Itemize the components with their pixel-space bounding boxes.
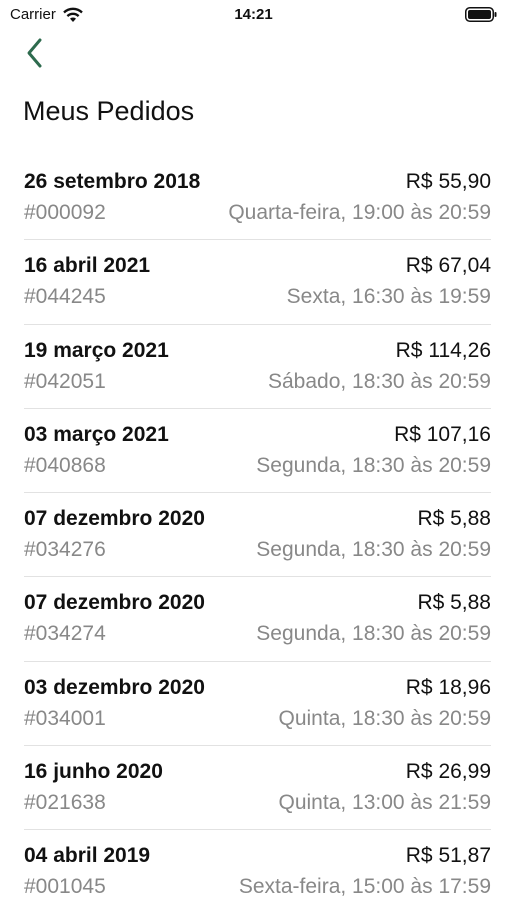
order-delivery-slot: Sábado, 18:30 às 20:59 [267,369,491,393]
order-number: #034274 [24,622,106,646]
order-date: 16 junho 2020 [24,760,163,784]
order-number: #034276 [24,538,106,562]
order-date: 04 abril 2019 [24,844,151,868]
order-number: #040868 [24,453,106,477]
order-date: 07 dezembro 2020 [24,591,205,615]
order-delivery-slot: Quinta, 18:30 às 20:59 [278,706,492,730]
order-row[interactable]: 19 março 2021 R$ 114,26 #042051 Sábado, 18:… [24,325,491,409]
order-delivery-slot: Segunda, 18:30 às 20:59 [256,538,491,562]
order-number: #021638 [24,791,106,815]
order-number: #000092 [24,201,106,224]
order-total: R$ 26,99 [405,760,491,784]
order-delivery-slot: Segunda, 18:30 às 20:59 [256,453,491,477]
order-delivery-slot: Sexta, 16:30 às 19:59 [286,285,491,309]
back-button[interactable] [24,36,58,70]
order-delivery-slot: Quarta-feira, 19:00 às 20:59 [228,201,491,224]
chevron-left-icon [27,38,42,68]
order-delivery-slot: Segunda, 18:30 às 20:59 [256,622,491,646]
order-total: R$ 107,16 [394,422,491,446]
order-row[interactable]: 03 março 2021 R$ 107,16 #040868 Segunda, 18… [24,409,491,494]
status-bar: Carrier 14:21 [0,0,507,30]
status-time: 14:21 [234,6,273,23]
order-date: 03 março 2021 [24,422,169,446]
order-row[interactable]: 16 junho 2020 R$ 26,99 #021638 Quinta, 13:0… [24,746,492,831]
order-date: 03 dezembro 2020 [24,675,205,699]
order-number: #044245 [24,285,106,309]
order-total: R$ 5,88 [417,507,491,531]
order-number: #034001 [24,706,106,730]
order-total: R$ 67,04 [405,254,491,278]
order-date: 26 setembro 2018 [24,170,201,193]
order-number: #001045 [24,875,106,899]
order-total: R$ 55,90 [405,170,491,193]
order-delivery-slot: Sexta-feira, 15:00 às 17:59 [238,875,491,899]
order-total: R$ 5,88 [417,591,491,615]
screen: Carrier 14:21 Meus Pedidos 26 setembro 2… [0,0,507,900]
orders-list: 26 setembro 2018 R$ 55,90 #000092 Quarta-fe… [0,156,507,900]
order-date: 07 dezembro 2020 [24,507,205,531]
order-row[interactable]: 16 abril 2021 R$ 67,04 #044245 Sexta, 16:30… [24,240,491,325]
order-row[interactable]: 07 dezembro 2020 R$ 5,88 #034274 Segunda, 1… [24,577,491,662]
order-total: R$ 18,96 [405,675,491,699]
order-row[interactable]: 04 abril 2019 R$ 51,87 #001045 Sexta-feira,… [24,830,491,900]
order-delivery-slot: Quinta, 13:00 às 21:59 [278,791,492,815]
order-row[interactable]: 07 dezembro 2020 R$ 5,88 #034276 Segunda, 1… [24,493,491,578]
battery-icon [465,7,497,22]
order-row[interactable]: 26 setembro 2018 R$ 55,90 #000092 Quarta-fe… [24,156,491,241]
order-total: R$ 114,26 [395,338,491,362]
page-title: Meus Pedidos [23,96,195,126]
order-date: 16 abril 2021 [24,254,151,278]
order-row[interactable]: 03 dezembro 2020 R$ 18,96 #034001 Quinta, 1… [24,662,492,747]
order-date: 19 março 2021 [24,338,169,362]
order-total: R$ 51,87 [405,844,491,868]
order-number: #042051 [24,369,106,393]
